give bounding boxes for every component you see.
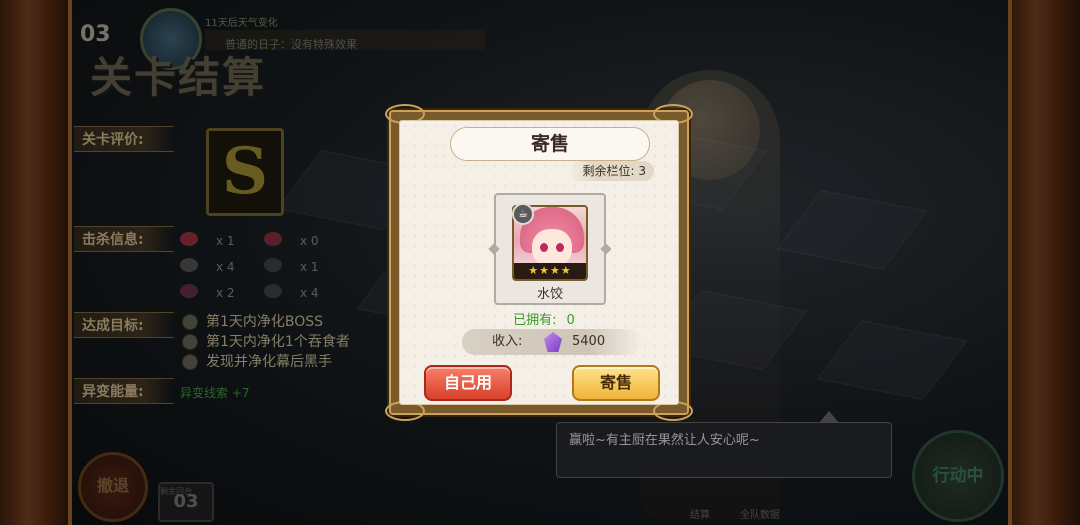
portrait-eye xyxy=(540,243,548,252)
star-rating: ★★★★ xyxy=(514,263,586,279)
use-self-button[interactable]: 自己用 xyxy=(424,365,512,401)
income-value: 5400 xyxy=(572,334,606,349)
owned-value: 0 xyxy=(566,313,575,328)
dialog-title: 寄售 xyxy=(450,127,650,161)
portrait-face xyxy=(532,229,572,267)
owned-label: 已拥有: xyxy=(513,313,557,328)
income-label: 收入: xyxy=(492,334,523,349)
dialog-body: 寄售 剩余栏位: 3 ★★★★ ☕ 水饺 已拥有: 0 收入: 5400 自己用 … xyxy=(399,120,679,405)
income-row: 收入: 5400 xyxy=(462,329,642,355)
item-name: 水饺 xyxy=(536,287,563,302)
gem-icon xyxy=(544,332,562,352)
consign-button[interactable]: 寄售 xyxy=(572,365,660,401)
remaining-slots: 剩余栏位: 3 xyxy=(568,161,654,181)
cup-icon: ☕ xyxy=(512,203,534,225)
owned-count: 已拥有: 0 xyxy=(400,309,678,328)
portrait-eye xyxy=(556,243,564,252)
consign-dialog: 寄售 剩余栏位: 3 ★★★★ ☕ 水饺 已拥有: 0 收入: 5400 自己用 … xyxy=(385,104,693,421)
